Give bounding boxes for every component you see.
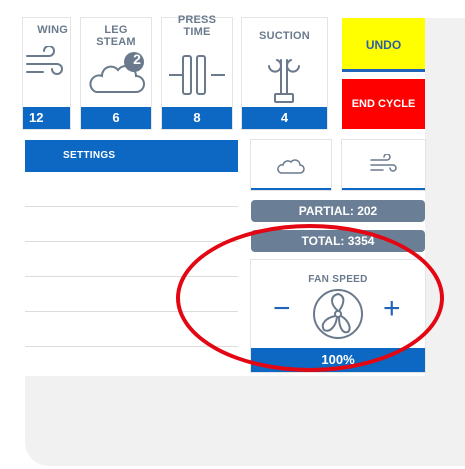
end-cycle-button[interactable]: END CYCLE [342,79,425,129]
fan-icon [313,289,363,339]
leg-steam-label-line2: STEAM [96,36,136,48]
fan-speed-value: 100% [251,348,425,372]
leg-steam-tile[interactable]: LEG STEAM 2 6 [81,18,151,129]
settings-header[interactable]: SETTINGS [25,140,238,172]
wing-tile[interactable]: WING 12 [23,18,70,129]
list-item[interactable] [25,242,238,277]
leg-steam-label-line1: LEG [104,24,128,36]
fan-decrease-button[interactable]: − [273,294,291,324]
press-time-tile[interactable]: PRESS TIME 8 [162,14,232,129]
press-icon [169,55,225,95]
press-time-label: PRESS TIME [162,14,232,38]
press-time-label-line1: PRESS [177,14,217,26]
wind-icon [26,46,63,75]
press-time-label-line2: TIME [183,26,211,38]
list-item[interactable] [25,172,238,207]
suction-icon [268,59,300,103]
air-mode-button[interactable] [342,140,425,190]
settings-list [25,172,238,382]
suction-tile[interactable]: SUCTION 4 [242,18,327,129]
leg-steam-value: 6 [81,107,151,129]
partial-counter: PARTIAL: 202 [251,200,425,222]
fan-speed-title: FAN SPEED [308,274,368,285]
undo-button[interactable]: UNDO [342,18,425,72]
leg-steam-label: LEG STEAM [81,24,151,48]
wing-label: WING [37,24,68,36]
list-item[interactable] [25,207,238,242]
suction-value: 4 [242,107,327,129]
steam-mode-button[interactable] [251,140,331,190]
wing-value: 12 [23,107,70,129]
total-counter: TOTAL: 3354 [251,230,425,252]
suction-label: SUCTION [259,30,310,42]
cloud-icon [277,159,305,174]
steam-level-badge: 2 [133,51,141,67]
control-area: WING 12 LEG STEAM 2 6 PRESS TIME 8 SUCTI… [23,14,425,376]
fan-increase-button[interactable]: + [383,294,401,324]
fan-speed-card: FAN SPEED − + 100% [251,260,425,372]
list-item[interactable] [25,312,238,347]
wind-icon [370,154,397,172]
list-item[interactable] [25,277,238,312]
list-item[interactable] [25,347,238,382]
machine-panel: WING 12 LEG STEAM 2 6 PRESS TIME 8 SUCTI… [23,14,465,466]
press-time-value: 8 [162,107,232,129]
